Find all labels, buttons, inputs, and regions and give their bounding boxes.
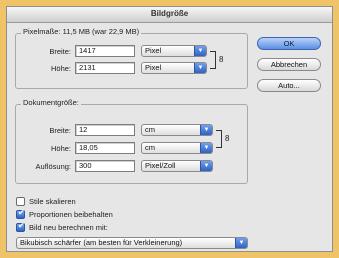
resolution-label: Auflösung: — [35, 162, 71, 171]
doc-width-unit-select[interactable]: cm ▼ — [141, 124, 213, 136]
doc-height-input[interactable]: 18,05 — [75, 142, 135, 154]
chevron-down-icon: ▼ — [235, 238, 247, 248]
chain-link-icon: 8 — [225, 134, 230, 143]
pixel-height-input[interactable]: 2131 — [75, 62, 135, 74]
chevron-down-icon: ▼ — [200, 125, 212, 135]
doc-height-label: Höhe: — [50, 144, 71, 153]
resolution-input[interactable]: 300 — [75, 160, 135, 172]
pixel-width-input[interactable]: 1417 — [75, 45, 135, 57]
chevron-down-icon: ▼ — [200, 161, 212, 171]
pixel-height-unit-value: Pixel — [145, 63, 162, 72]
title-bar[interactable]: Bildgröße — [7, 7, 332, 23]
doc-width-unit-value: cm — [145, 125, 155, 134]
chain-link-icon: 8 — [219, 55, 224, 64]
document-size-legend: Dokumentgröße: — [21, 98, 81, 107]
pixel-height-unit-select[interactable]: Pixel ▼ — [141, 62, 207, 74]
auto-button[interactable]: Auto... — [257, 79, 321, 92]
cancel-button[interactable]: Abbrechen — [257, 58, 321, 71]
doc-link-bracket — [216, 130, 222, 148]
checkmark-icon: ✔ — [18, 208, 25, 217]
doc-height-unit-value: cm — [145, 143, 155, 152]
resolution-unit-value: Pixel/Zoll — [145, 161, 176, 170]
resample-image-label: Bild neu berechnen mit: — [29, 223, 108, 232]
resample-image-checkbox[interactable]: ✔ — [16, 221, 25, 232]
chevron-down-icon: ▼ — [194, 63, 206, 73]
resample-method-select[interactable]: Bikubisch schärfer (am besten für Verkle… — [16, 237, 248, 249]
scale-styles-label: Stile skalieren — [29, 197, 76, 206]
constrain-proportions-checkbox[interactable]: ✔ — [16, 208, 25, 219]
scale-styles-checkbox[interactable] — [16, 197, 25, 206]
pixel-width-unit-value: Pixel — [145, 46, 162, 55]
chevron-down-icon: ▼ — [200, 143, 212, 153]
pixel-width-unit-select[interactable]: Pixel ▼ — [141, 45, 207, 57]
doc-width-input[interactable]: 12 — [75, 124, 135, 136]
checkmark-icon: ✔ — [18, 221, 25, 230]
ok-button[interactable]: OK — [257, 37, 321, 50]
image-size-dialog: Bildgröße Pixelmaße: 11,5 MB (war 22,9 M… — [6, 6, 333, 252]
pixel-dimensions-legend: Pixelmaße: 11,5 MB (war 22,9 MB) — [21, 27, 142, 36]
doc-height-unit-select[interactable]: cm ▼ — [141, 142, 213, 154]
resolution-unit-select[interactable]: Pixel/Zoll ▼ — [141, 160, 213, 172]
resample-method-value: Bikubisch schärfer (am besten für Verkle… — [20, 238, 183, 247]
constrain-proportions-label: Proportionen beibehalten — [29, 210, 113, 219]
doc-width-label: Breite: — [49, 126, 71, 135]
chevron-down-icon: ▼ — [194, 46, 206, 56]
pixel-width-label: Breite: — [49, 47, 71, 56]
pixel-height-label: Höhe: — [50, 64, 71, 73]
pixel-link-bracket — [210, 51, 216, 69]
dialog-title: Bildgröße — [150, 9, 189, 18]
